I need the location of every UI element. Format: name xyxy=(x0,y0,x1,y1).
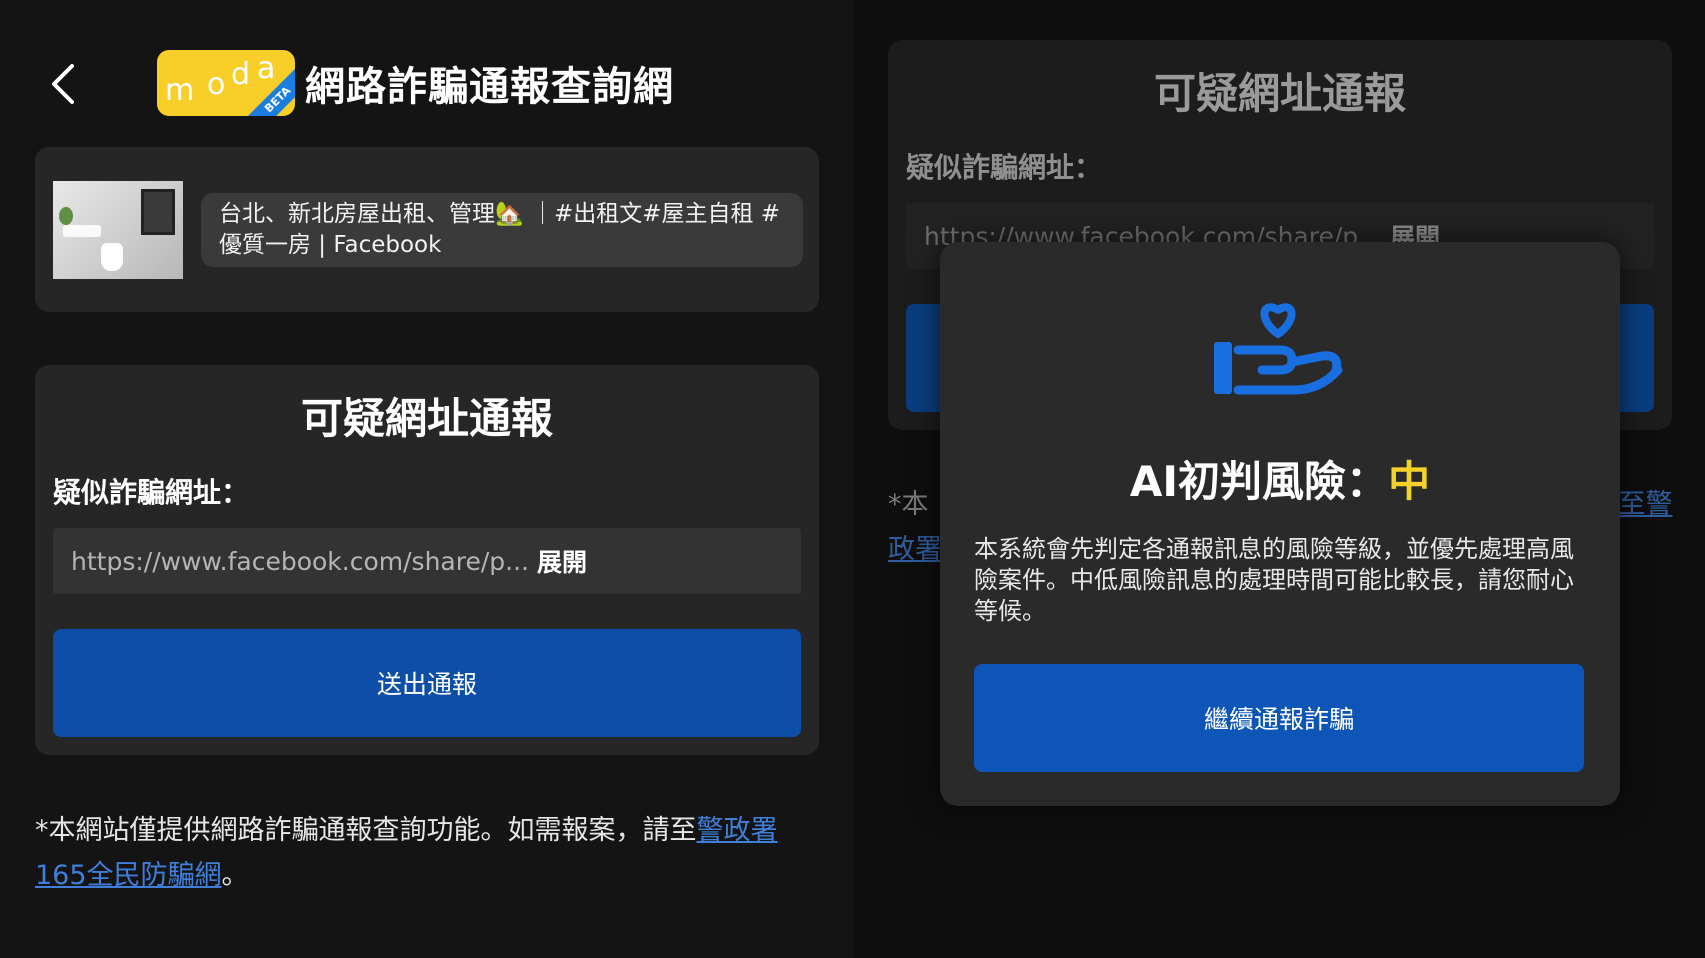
disclaimer-end: 。 xyxy=(221,860,249,891)
svg-text:d: d xyxy=(231,57,250,92)
background-report-title: 可疑網址通報 xyxy=(1153,69,1406,118)
risk-description: 本系統會先判定各通報訊息的風險等級，並優先處理高風險案件。中低風險訊息的處理時間… xyxy=(974,535,1574,625)
suspicious-url-value: https://www.facebook.com/share/p... xyxy=(71,546,529,576)
preview-title: 台北、新北房屋出租、管理🏡 ｜#出租文#屋主自租 #優質一房 | Faceboo… xyxy=(201,193,803,267)
thumbnail-window xyxy=(141,189,175,235)
disclaimer-body: *本網站僅提供網路詐騙通報查詢功能。如需報案，請至 xyxy=(35,815,697,846)
background-disclaimer-link-end: 至警 xyxy=(1618,489,1673,520)
risk-result-screen: 可疑網址通報 疑似詐騙網址： https://www.facebook.com/… xyxy=(853,0,1705,958)
moda-logo: m o d a BETA xyxy=(157,50,295,116)
risk-assessment-modal: AI初判風險：中 本系統會先判定各通報訊息的風險等級，並優先處理高風險案件。中低… xyxy=(940,242,1620,806)
risk-level-badge: 中 xyxy=(1388,457,1431,506)
page-title: 網路詐騙通報查詢網 xyxy=(305,64,674,110)
svg-text:a: a xyxy=(257,51,275,86)
heart-hand-icon xyxy=(1214,303,1343,395)
report-title: 可疑網址通報 xyxy=(300,394,553,443)
svg-text:m: m xyxy=(165,73,194,108)
expand-url-button[interactable]: 展開 xyxy=(537,543,587,579)
submit-report-button[interactable]: 送出通報 xyxy=(53,629,801,737)
risk-title-prefix: AI初判風險： xyxy=(1129,457,1389,506)
suspicious-url-field[interactable]: https://www.facebook.com/share/p... 展開 xyxy=(53,528,801,594)
url-field-label: 疑似詐騙網址： xyxy=(53,476,250,509)
thumbnail-sink xyxy=(63,225,101,237)
report-screen: m o d a BETA 網路詐騙通報查詢網 台北、新北房屋出租、管理🏡 ｜#出… xyxy=(0,0,853,958)
background-disclaimer-start: *本 xyxy=(888,489,929,520)
thumbnail-toilet xyxy=(101,243,123,271)
continue-report-button[interactable]: 繼續通報詐騙 xyxy=(974,664,1584,772)
svg-text:o: o xyxy=(207,67,225,102)
background-disclaimer-link: 政署 xyxy=(888,534,942,565)
chevron-left-icon xyxy=(52,64,74,104)
report-form-card: 可疑網址通報 疑似詐騙網址： https://www.facebook.com/… xyxy=(35,365,819,755)
back-button[interactable] xyxy=(44,58,80,110)
thumbnail-plant xyxy=(59,207,73,225)
background-url-label: 疑似詐騙網址： xyxy=(906,151,1103,184)
disclaimer-text: *本網站僅提供網路詐騙通報查詢功能。如需報案，請至警政署165全民防騙網。 xyxy=(35,808,825,898)
risk-title: AI初判風險：中 xyxy=(940,448,1620,509)
link-preview-card: 台北、新北房屋出租、管理🏡 ｜#出租文#屋主自租 #優質一房 | Faceboo… xyxy=(35,147,819,312)
preview-thumbnail xyxy=(53,181,183,279)
